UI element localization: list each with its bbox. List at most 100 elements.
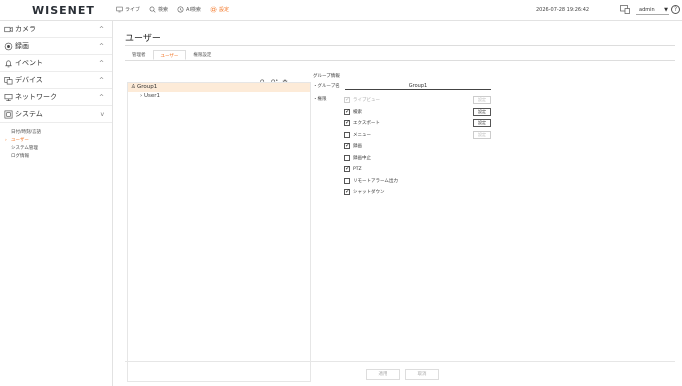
permission-checkbox[interactable]: [344, 177, 350, 184]
tree-user-label: User1: [143, 93, 160, 99]
network-icon: [4, 94, 13, 101]
group-name-label: ・グループ名: [313, 84, 340, 89]
sidebar-item-label: イベント: [15, 59, 43, 67]
permission-row: ✓ 検索 設定: [344, 107, 494, 120]
tab-bar: 管理者 ユーザー 権限設定: [125, 50, 218, 60]
nav-ai-search[interactable]: AI検索: [177, 6, 201, 13]
permission-label: 録画: [353, 144, 362, 149]
permission-checkbox[interactable]: [344, 154, 350, 161]
page-title: ユーザー: [125, 34, 161, 44]
datetime-display: 2026-07-28 19:26:42: [536, 7, 590, 13]
sidebar-subitem-label: 日付/時刻/言語: [11, 130, 42, 135]
help-icon[interactable]: ?: [671, 5, 680, 14]
divider: [125, 45, 675, 46]
sidebar-item-datetime[interactable]: 日付/時刻/言語: [0, 129, 112, 137]
permission-row: ✓ エクスポート 設定: [344, 119, 494, 131]
sidebar-subitem-label: システム管理: [11, 146, 38, 151]
nav-search[interactable]: 検索: [149, 6, 168, 13]
user-dropdown-value: admin: [639, 7, 655, 13]
delete-button[interactable]: [281, 72, 289, 87]
permission-row: ✓ 録画: [344, 142, 494, 154]
permission-checkbox[interactable]: [344, 131, 350, 138]
sidebar-item-device[interactable]: デバイス ^: [0, 72, 112, 89]
tree-group-label: Group1: [137, 84, 158, 90]
permission-label: リモートアラーム出力: [353, 178, 398, 184]
sidebar-item-log[interactable]: ログ情報: [0, 153, 112, 161]
divider: [125, 361, 675, 362]
nav-settings-label: 設定: [218, 7, 229, 13]
sidebar-subitem-label: ユーザー: [11, 138, 29, 143]
chevron-up-icon: ^: [98, 43, 104, 50]
add-group-button[interactable]: [259, 72, 267, 87]
chevron-down-icon: ▼: [664, 7, 668, 13]
sidebar-subitem-label: ログ情報: [11, 154, 29, 159]
sidebar-item-system[interactable]: システム v: [0, 106, 112, 123]
top-navigation: ライブ 検索 AI検索 設定: [116, 6, 229, 13]
permission-row: ✓ ライブビュー 設定: [344, 96, 494, 108]
sidebar-item-system-management[interactable]: システム管理: [0, 145, 112, 153]
top-bar: WISENET ライブ 検索 AI検索 設定 2026-07-28 19:26:…: [0, 0, 682, 21]
divider: [125, 60, 675, 61]
main-panel: ユーザー 管理者 ユーザー 権限設定 ♙Group1 › User1 グループ情…: [113, 21, 682, 386]
nav-ai-search-label: AI検索: [186, 7, 201, 13]
sidebar-item-event[interactable]: イベント ^: [0, 55, 112, 72]
apply-button[interactable]: 適用: [366, 369, 400, 380]
cancel-button[interactable]: 取消: [405, 369, 439, 380]
permission-label: メニュー: [353, 132, 371, 138]
nav-live[interactable]: ライブ: [116, 6, 140, 13]
permission-checkbox[interactable]: ✓: [344, 143, 350, 149]
permission-row: ✓ PTZ: [344, 165, 494, 177]
permission-row: ✓ シャットダウン: [344, 188, 494, 200]
permission-checkbox[interactable]: ✓: [344, 189, 350, 195]
add-user-button[interactable]: [270, 72, 278, 87]
search-icon: [149, 6, 156, 13]
permission-row: メニュー 設定: [344, 130, 494, 143]
group-name-field[interactable]: Group1: [345, 82, 491, 90]
wisenet-logo: WISENET: [32, 4, 95, 17]
chevron-up-icon: ^: [98, 94, 104, 101]
sidebar-item-record[interactable]: 録画 ^: [0, 38, 112, 55]
permission-checkbox: ✓: [344, 96, 351, 103]
sidebar-item-label: 録画: [15, 42, 29, 50]
sidebar-item-label: デバイス: [15, 76, 43, 84]
system-submenu: 日付/時刻/言語 › ユーザー システム管理 ログ情報: [0, 123, 112, 161]
permission-settings-button[interactable]: 設定: [473, 107, 491, 116]
permission-label: 録画中止: [353, 155, 371, 161]
permission-settings-button[interactable]: 設定: [473, 119, 491, 127]
group-info-heading: グループ情報: [313, 74, 340, 79]
sidebar-item-user[interactable]: › ユーザー: [0, 137, 112, 145]
user-tree: ♙Group1 › User1: [127, 82, 311, 382]
permission-list: ✓ ライブビュー 設定 ✓ 検索 設定 ✓ エクスポート 設定 メニュー 設定 …: [344, 96, 494, 200]
permission-label: ・権限: [313, 97, 327, 102]
permission-checkbox[interactable]: ✓: [344, 108, 350, 115]
tab-user[interactable]: ユーザー: [152, 50, 187, 60]
permission-label: 検索: [353, 109, 362, 115]
chevron-up-icon: ^: [98, 26, 104, 33]
device-icon: [4, 77, 13, 85]
nav-search-label: 検索: [158, 7, 169, 13]
tab-permission-settings[interactable]: 権限設定: [186, 50, 218, 60]
sidebar-item-camera[interactable]: カメラ ^: [0, 21, 112, 38]
nav-settings[interactable]: 設定: [210, 6, 229, 13]
camera-icon: [4, 26, 13, 33]
sidebar-item-network[interactable]: ネットワーク ^: [0, 89, 112, 106]
monitor-icon: [116, 6, 123, 13]
tab-administrator[interactable]: 管理者: [125, 50, 153, 60]
system-icon: [4, 110, 13, 119]
chevron-up-icon: ^: [98, 60, 104, 67]
permission-label: エクスポート: [353, 121, 380, 126]
display-monitor-icon[interactable]: [620, 5, 630, 14]
tree-user-row[interactable]: › User1: [128, 92, 310, 101]
user-dropdown[interactable]: admin ▼: [636, 5, 669, 15]
chevron-up-icon: ^: [98, 77, 104, 84]
record-icon: [4, 42, 13, 51]
chevron-down-icon: v: [100, 111, 104, 118]
permission-checkbox[interactable]: ✓: [344, 166, 350, 172]
permission-label: ライブビュー: [353, 98, 380, 103]
tree-toolbar: [259, 72, 289, 87]
permission-label: PTZ: [353, 167, 362, 172]
tree-group-row[interactable]: ♙Group1: [128, 83, 310, 92]
bell-icon: [5, 60, 12, 68]
permission-checkbox[interactable]: ✓: [344, 120, 350, 126]
permission-settings-button: 設定: [473, 130, 491, 139]
